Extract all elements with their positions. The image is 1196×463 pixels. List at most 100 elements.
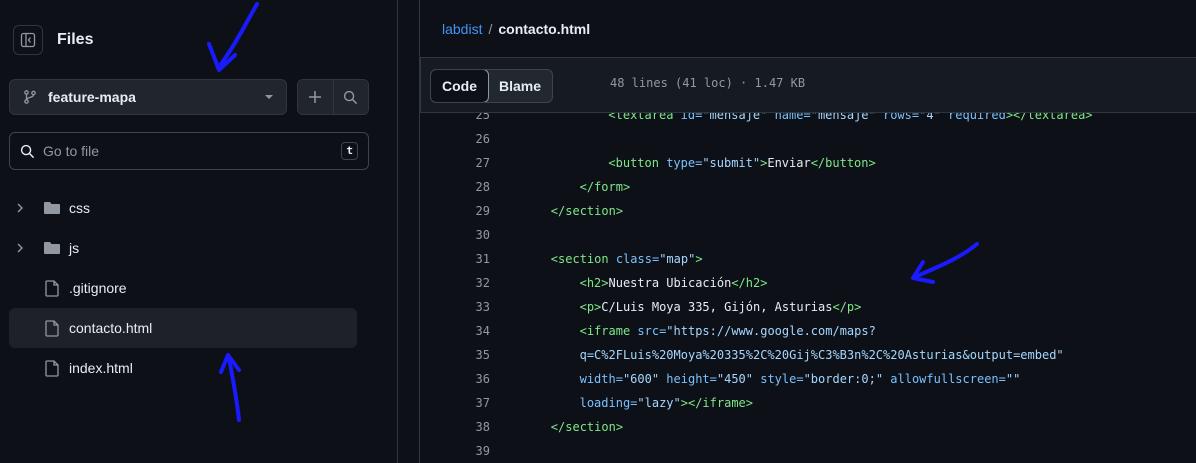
go-to-file-placeholder: Go to file: [43, 143, 100, 159]
code-viewer[interactable]: 25 <textarea id="mensaje" name="mensaje" …: [420, 113, 1196, 463]
code-token: </p>: [832, 300, 862, 314]
expand-toggle[interactable]: [9, 202, 31, 214]
plus-icon: [309, 91, 322, 103]
code-token: "submit": [702, 156, 761, 170]
pane-divider[interactable]: [398, 0, 420, 463]
file-meta: 48 lines (41 loc) · 1.47 KB: [610, 76, 806, 90]
line-number[interactable]: 26: [420, 132, 490, 146]
code-token: allowfullscreen=: [883, 372, 1006, 386]
line-number[interactable]: 25: [420, 113, 490, 122]
code-token: <textarea: [608, 113, 681, 122]
code-token: "4": [919, 113, 941, 122]
code-token: <button: [608, 156, 667, 170]
line-number[interactable]: 32: [420, 276, 490, 290]
line-number[interactable]: 33: [420, 300, 490, 314]
add-file-button[interactable]: [298, 80, 333, 114]
code-token: <iframe: [579, 324, 638, 338]
code-token: height=: [659, 372, 717, 386]
line-number[interactable]: 37: [420, 396, 490, 410]
code-token: src=: [637, 324, 667, 338]
tab-blame[interactable]: Blame: [488, 70, 552, 102]
line-number[interactable]: 36: [420, 372, 490, 386]
file-icon-wrap: [37, 359, 67, 377]
code-line: 32 <h2>Nuestra Ubicación</h2>: [420, 271, 1196, 295]
branch-name: feature-mapa: [48, 89, 136, 105]
line-source: <p>C/Luis Moya 335, Gijón, Asturias</p>: [580, 300, 862, 314]
code-token: </form>: [579, 180, 631, 194]
line-number[interactable]: 35: [420, 348, 490, 362]
line-source: <section class="map">: [551, 252, 703, 266]
folder-icon: [44, 242, 60, 254]
line-number[interactable]: 38: [420, 420, 490, 434]
file-icon: [45, 279, 59, 297]
code-line: 37 loading="lazy"></iframe>: [420, 391, 1196, 415]
tree-item-contacto-html[interactable]: contacto.html: [9, 308, 357, 348]
file-view: labdist / contacto.html Code Blame 48 line…: [398, 0, 1196, 463]
line-number[interactable]: 30: [420, 228, 490, 242]
code-token: ></textarea>: [1005, 113, 1093, 122]
code-token: </section>: [550, 204, 624, 218]
code-token: "450": [716, 372, 753, 386]
code-line: 38 </section>: [420, 415, 1196, 439]
code-line: 25 <textarea id="mensaje" name="mensaje" …: [420, 113, 1196, 127]
line-source: loading="lazy"></iframe>: [580, 396, 753, 410]
tree-item-index-html[interactable]: index.html: [9, 348, 357, 388]
view-toggle: Code Blame: [430, 69, 554, 103]
code-token: <h2>: [579, 276, 609, 290]
file-tree: css js .gitignore contacto.html index.html: [9, 188, 357, 388]
file-header: Code Blame 48 lines (41 loc) · 1.47 KB: [420, 57, 1196, 113]
file-icon: [45, 319, 59, 337]
line-source: <h2>Nuestra Ubicación</h2>: [580, 276, 768, 290]
branch-selector[interactable]: feature-mapa: [9, 79, 287, 115]
tree-item-label: .gitignore: [69, 280, 127, 296]
code-line: 29 </section>: [420, 199, 1196, 223]
file-tree-sidebar: Files feature-mapa Go to file t css js .…: [0, 0, 398, 463]
code-token: class=: [615, 252, 660, 266]
line-source: </section>: [551, 204, 623, 218]
code-token: ></iframe>: [680, 396, 753, 410]
code-token: </button>: [810, 156, 876, 170]
code-token: Enviar: [767, 156, 811, 170]
code-token: <p>: [579, 300, 602, 314]
code-token: Nuestra Ubicación: [608, 276, 732, 290]
code-token: rows=: [875, 113, 920, 122]
tree-item-css[interactable]: css: [9, 188, 357, 228]
code-token: "border:0;": [803, 372, 884, 386]
git-branch-icon: [24, 90, 36, 104]
breadcrumb-separator: /: [488, 21, 493, 37]
sidebar-collapse-icon: [20, 32, 36, 48]
line-source: <button type="submit">Enviar</button>: [608, 156, 875, 170]
caret-down-icon: [265, 95, 273, 99]
expand-toggle[interactable]: [9, 242, 31, 254]
code-token: q=C%2FLuis%20Moya%20335%2C%20Gij%C3%B3n%…: [579, 348, 1064, 362]
line-source: width="600" height="450" style="border:0…: [580, 372, 1021, 386]
code-token: width=: [579, 372, 623, 386]
code-line: 33 <p>C/Luis Moya 335, Gijón, Asturias</p…: [420, 295, 1196, 319]
file-icon-wrap: [37, 319, 67, 337]
search-icon: [344, 90, 358, 104]
code-token: >: [695, 252, 703, 266]
collapse-sidebar-button[interactable]: [13, 25, 43, 55]
code-token: "": [1005, 372, 1021, 386]
code-line: 39: [420, 439, 1196, 463]
code-token: </section>: [550, 420, 624, 434]
search-files-button[interactable]: [332, 80, 368, 114]
breadcrumb-repo-link[interactable]: labdist: [442, 21, 482, 37]
line-number[interactable]: 28: [420, 180, 490, 194]
go-to-file-input[interactable]: Go to file t: [9, 132, 369, 170]
line-number[interactable]: 27: [420, 156, 490, 170]
line-number[interactable]: 34: [420, 324, 490, 338]
code-token: </h2>: [731, 276, 768, 290]
tree-item-gitignore[interactable]: .gitignore: [9, 268, 357, 308]
code-token: "600": [622, 372, 660, 386]
line-number[interactable]: 31: [420, 252, 490, 266]
line-number[interactable]: 29: [420, 204, 490, 218]
tab-code[interactable]: Code: [431, 70, 489, 102]
line-source: </form>: [580, 180, 631, 194]
code-token: required: [940, 113, 1006, 122]
tree-item-label: contacto.html: [69, 320, 153, 336]
tree-item-js[interactable]: js: [9, 228, 357, 268]
line-number[interactable]: 39: [420, 444, 490, 458]
sidebar-header: Files: [13, 25, 93, 55]
code-token: C/Luis Moya 335, Gijón, Asturias: [601, 300, 833, 314]
